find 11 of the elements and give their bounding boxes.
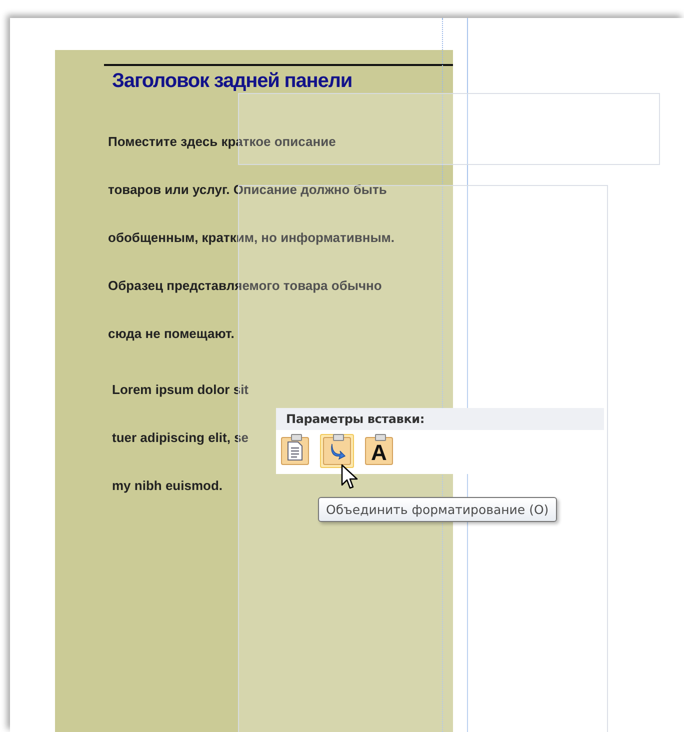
curved-arrow-icon <box>328 442 346 460</box>
paste-option-button[interactable]: A <box>362 434 396 468</box>
tooltip-text: Объединить форматирование (О) <box>326 502 549 517</box>
paste-option-button[interactable] <box>278 434 312 468</box>
body-paragraph: Lorem ipsum dolor sit tuer adipiscing elit, se my nibh euismod. <box>112 380 249 495</box>
document-icon <box>287 441 303 461</box>
body-paragraph: Поместите здесь краткое описание товаров или услуг. Описание должно быть обобщенным, кратким, но информативным. Образец представляемого товара обычно сюда не помещают. <box>108 132 395 343</box>
letter-icon: A <box>371 442 387 464</box>
panel-heading: Заголовок задней панели <box>112 70 352 92</box>
paste-option-button[interactable] <box>320 434 354 468</box>
menu-title: Параметры вставки: <box>276 408 604 430</box>
